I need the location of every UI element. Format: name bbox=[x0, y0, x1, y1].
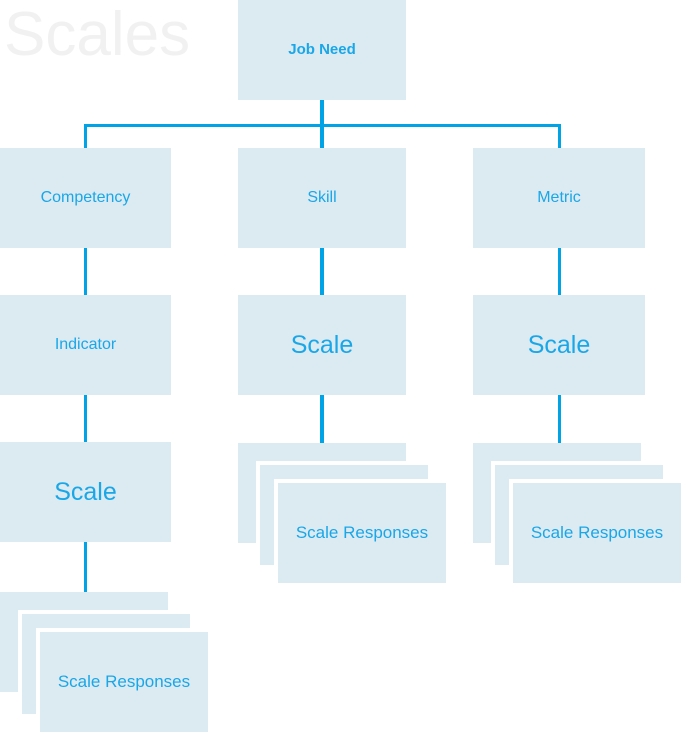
connector-scale-to-responses-center bbox=[320, 395, 324, 443]
connector-bus-to-skill bbox=[320, 124, 324, 149]
node-metric-label: Metric bbox=[537, 189, 581, 207]
node-scale-center[interactable]: Scale bbox=[238, 295, 406, 395]
connector-bus-to-competency bbox=[84, 124, 87, 149]
node-metric[interactable]: Metric bbox=[473, 148, 645, 248]
node-indicator[interactable]: Indicator bbox=[0, 295, 171, 395]
stack-scale-responses-right[interactable]: Scale Responses bbox=[473, 443, 691, 593]
node-scale-left-label: Scale bbox=[54, 477, 117, 506]
stack-card-front[interactable]: Scale Responses bbox=[509, 479, 681, 583]
connector-skill-to-scale bbox=[320, 248, 324, 296]
stack-scale-responses-left[interactable]: Scale Responses bbox=[0, 592, 234, 740]
node-skill[interactable]: Skill bbox=[238, 148, 406, 248]
stack-scale-responses-left-label: Scale Responses bbox=[57, 671, 191, 691]
stack-scale-responses-right-label: Scale Responses bbox=[530, 522, 664, 542]
stack-scale-responses-center[interactable]: Scale Responses bbox=[238, 443, 472, 593]
node-scale-center-label: Scale bbox=[290, 330, 354, 359]
connector-scale-to-responses-left bbox=[84, 542, 87, 592]
connector-metric-to-scale bbox=[558, 248, 561, 296]
watermark-title: Scales bbox=[4, 0, 191, 69]
node-indicator-label: Indicator bbox=[54, 336, 117, 354]
node-skill-label: Skill bbox=[307, 189, 337, 207]
node-scale-right-label: Scale bbox=[527, 330, 591, 359]
connector-competency-to-indicator bbox=[84, 248, 87, 296]
node-scale-right[interactable]: Scale bbox=[473, 295, 645, 395]
connector-bus-to-metric bbox=[558, 124, 561, 149]
stack-card-front[interactable]: Scale Responses bbox=[274, 479, 446, 583]
connector-scale-to-responses-right bbox=[558, 395, 561, 443]
node-competency-label: Competency bbox=[40, 189, 131, 207]
diagram-canvas: Scales Job Need Competency Skill Metric … bbox=[0, 0, 691, 737]
node-scale-left[interactable]: Scale bbox=[0, 442, 171, 542]
stack-card-front[interactable]: Scale Responses bbox=[36, 628, 208, 732]
node-job-need-label: Job Need bbox=[288, 40, 356, 58]
node-competency[interactable]: Competency bbox=[0, 148, 171, 248]
connector-indicator-to-scale bbox=[84, 395, 87, 443]
node-job-need[interactable]: Job Need bbox=[238, 0, 406, 100]
stack-scale-responses-center-label: Scale Responses bbox=[295, 522, 429, 542]
connector-root-down bbox=[320, 100, 324, 126]
